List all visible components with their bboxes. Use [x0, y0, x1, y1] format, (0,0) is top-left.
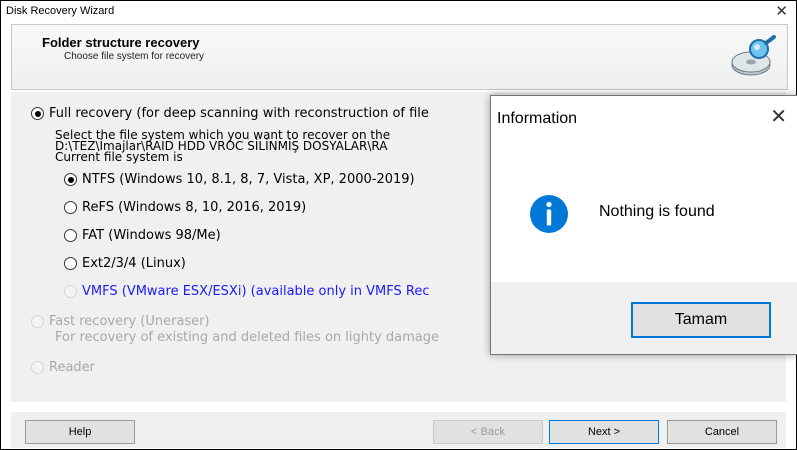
dialog-content: Nothing is found — [491, 144, 797, 282]
fs-option-refs[interactable]: ReFS (Windows 8, 10, 2016, 2019) — [64, 200, 306, 215]
ext-label: Ext2/3/4 (Linux) — [82, 256, 186, 271]
ntfs-radio[interactable] — [64, 173, 77, 186]
vmfs-radio — [64, 285, 77, 298]
help-button[interactable]: Help — [25, 420, 135, 444]
dialog-footer: Tamam — [491, 282, 797, 354]
fast-recovery-radio — [31, 315, 44, 328]
fs-option-ext[interactable]: Ext2/3/4 (Linux) — [64, 256, 186, 271]
disk-magnifier-icon — [731, 35, 776, 76]
page-subtitle: Choose file system for recovery — [64, 51, 205, 62]
fast-recovery-label: Fast recovery (Uneraser) — [49, 314, 210, 329]
vmfs-label: VMFS (VMware ESX/ESXi) (available only i… — [82, 284, 430, 299]
current-fs-text: Current file system is — [55, 150, 183, 164]
next-button[interactable]: Next > — [549, 420, 659, 444]
dialog-message: Nothing is found — [599, 203, 715, 220]
wizard-header: Folder structure recovery Choose file sy… — [11, 24, 788, 90]
wizard-footer: Help < Back Next > Cancel — [11, 412, 786, 448]
refs-radio[interactable] — [64, 201, 77, 214]
page-title: Folder structure recovery — [42, 35, 200, 50]
full-recovery-label: Full recovery (for deep scanning with re… — [49, 106, 429, 121]
fat-radio[interactable] — [64, 229, 77, 242]
ntfs-label: NTFS (Windows 10, 8.1, 8, 7, Vista, XP, … — [82, 172, 415, 187]
information-dialog: Information ✕ Nothing is found Tamam — [490, 95, 797, 355]
fs-option-ntfs[interactable]: NTFS (Windows 10, 8.1, 8, 7, Vista, XP, … — [64, 172, 415, 187]
reader-radio — [31, 361, 44, 374]
window-close-icon[interactable]: ✕ — [775, 2, 788, 20]
dialog-close-icon[interactable]: ✕ — [770, 104, 787, 128]
dialog-title: Information — [497, 110, 578, 127]
reader-label: Reader — [49, 360, 96, 375]
ok-button[interactable]: Tamam — [631, 302, 771, 338]
full-recovery-option[interactable]: Full recovery (for deep scanning with re… — [31, 106, 429, 121]
fast-recovery-description: For recovery of existing and deleted fil… — [55, 330, 440, 345]
cancel-button[interactable]: Cancel — [667, 420, 777, 444]
back-button: < Back — [433, 420, 543, 444]
title-bar: Disk Recovery Wizard ✕ — [1, 1, 796, 23]
reader-option: Reader — [31, 360, 95, 375]
full-recovery-radio[interactable] — [31, 107, 44, 120]
fs-option-fat[interactable]: FAT (Windows 98/Me) — [64, 228, 221, 243]
fs-option-vmfs: VMFS (VMware ESX/ESXi) (available only i… — [64, 284, 429, 299]
window-title: Disk Recovery Wizard — [6, 5, 115, 17]
ext-radio[interactable] — [64, 257, 77, 270]
info-icon — [530, 195, 568, 233]
fat-label: FAT (Windows 98/Me) — [82, 228, 221, 243]
fast-recovery-option: Fast recovery (Uneraser) — [31, 314, 210, 329]
refs-label: ReFS (Windows 8, 10, 2016, 2019) — [82, 200, 307, 215]
